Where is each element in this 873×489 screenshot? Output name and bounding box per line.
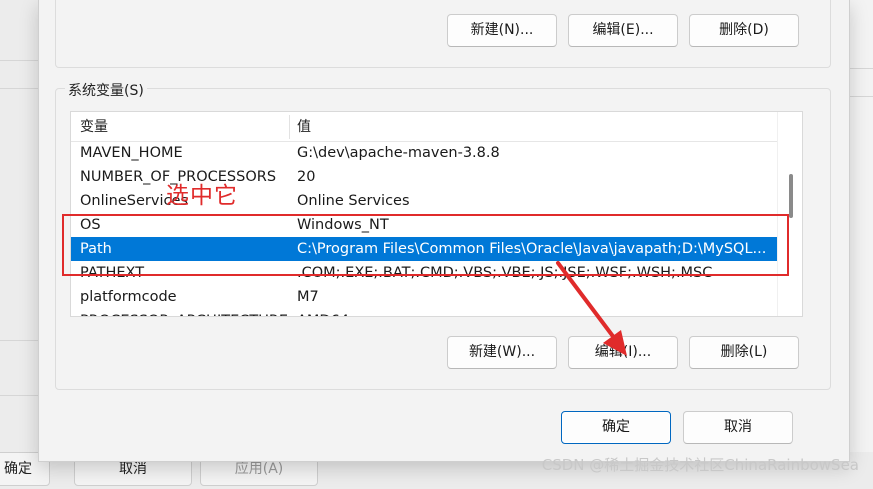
variable-value: 20 (297, 169, 316, 185)
divider (0, 88, 40, 89)
variable-value: Online Services (297, 193, 410, 209)
system-variables-title: 系统变量(S) (65, 80, 147, 100)
variable-name: PROCESSOR_ARCHITECTURE (80, 309, 288, 316)
system-delete-button[interactable]: 删除(L) (689, 336, 799, 369)
variable-value: G:\dev\apache-maven-3.8.8 (297, 145, 500, 161)
annotation-highlight-box (62, 214, 789, 276)
divider (0, 395, 40, 396)
table-row[interactable]: PROCESSOR_ARCHITECTURE AMD64 (71, 309, 777, 316)
divider (0, 60, 40, 61)
system-edit-button[interactable]: 编辑(I)... (568, 336, 678, 369)
variable-name: platformcode (80, 289, 177, 305)
table-row[interactable]: MAVEN_HOME G:\dev\apache-maven-3.8.8 (71, 141, 777, 165)
user-new-button[interactable]: 新建(N)... (447, 14, 557, 47)
user-edit-button[interactable]: 编辑(E)... (568, 14, 678, 47)
ok-button[interactable]: 确定 (561, 411, 671, 444)
variable-name: MAVEN_HOME (80, 145, 183, 161)
column-header-variable[interactable]: 变量 (80, 112, 108, 142)
list-header: 变量 值 (71, 112, 777, 142)
divider (0, 340, 40, 341)
annotation-label: 选中它 (166, 183, 238, 209)
watermark: CSDN @稀土掘金技术社区ChinaRainbowSea (541, 456, 859, 474)
system-new-button[interactable]: 新建(W)... (447, 336, 557, 369)
column-divider[interactable] (289, 115, 290, 139)
table-row[interactable]: platformcode M7 (71, 285, 777, 309)
variable-value: AMD64 (297, 309, 775, 316)
column-header-value[interactable]: 值 (297, 112, 311, 142)
user-delete-button[interactable]: 删除(D) (689, 14, 799, 47)
variable-value: M7 (297, 289, 319, 305)
scrollbar-thumb[interactable] (789, 174, 793, 218)
cancel-button[interactable]: 取消 (683, 411, 793, 444)
